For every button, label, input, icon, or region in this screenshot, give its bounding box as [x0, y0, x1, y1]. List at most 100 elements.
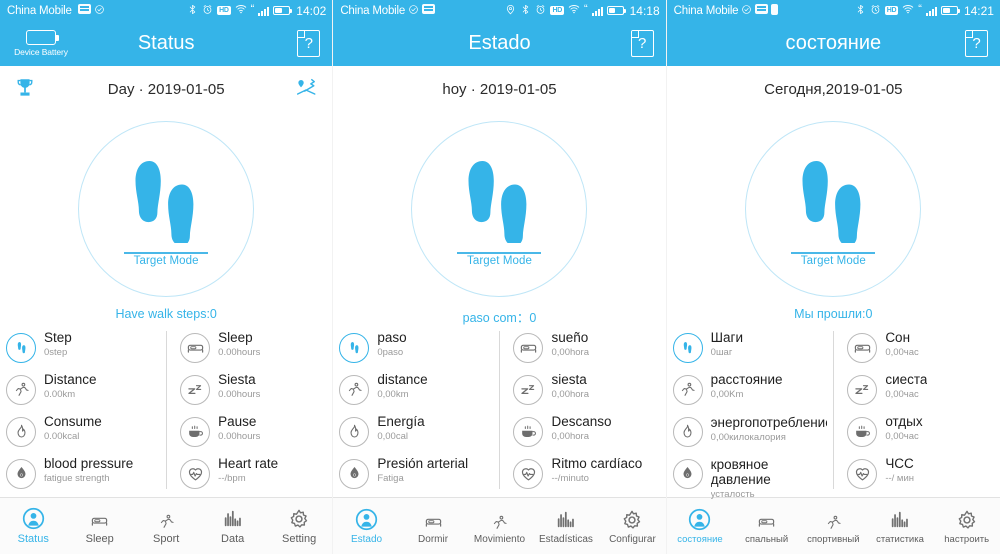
nap-zz-icon — [513, 374, 544, 405]
tab-label: Status — [17, 533, 49, 546]
flame-icon — [672, 416, 703, 447]
wifi-icon — [235, 3, 247, 18]
three-panel-comparison: China Mobile HD “14:02 Device Battery Status… — [0, 0, 1000, 554]
stat-item-right-3[interactable]: Heart rate --/bpm — [180, 455, 326, 497]
stat-text: Ritmo cardíaco --/minuto — [551, 457, 642, 484]
stat-text: Сон 0,00час — [885, 331, 918, 358]
target-divider — [124, 252, 209, 255]
stat-item-left-0[interactable]: Step 0step — [6, 329, 160, 371]
target-mode-circle[interactable]: Target Mode — [745, 121, 922, 298]
stat-item-left-3[interactable]: 0 кровяное давление усталость — [672, 455, 828, 501]
stat-name: энергопотребление — [710, 414, 828, 430]
stat-item-left-1[interactable]: distance 0,00km — [339, 371, 493, 413]
flame-icon — [6, 416, 36, 447]
bar-chart-icon — [222, 506, 244, 530]
stat-item-right-0[interactable]: Sleep 0.00hours — [180, 329, 326, 371]
stat-value: 0,00km — [377, 389, 409, 401]
alarm-icon — [535, 4, 546, 18]
stat-text: Energía 0,00cal — [377, 415, 424, 442]
tab-0[interactable]: состояние — [667, 507, 734, 545]
hd-icon: HD — [217, 6, 231, 16]
tab-2[interactable]: спортивный — [800, 507, 867, 545]
date-label: Day · 2019-01-05 — [107, 81, 225, 99]
check-circle-icon — [94, 4, 105, 18]
stats-column-left: paso 0paso distance 0,00km Energía 0,00cal 0 Pr… — [339, 329, 499, 497]
stat-item-right-0[interactable]: sueño 0,00hora — [513, 329, 659, 371]
stat-item-right-3[interactable]: ЧСС --/ мин — [847, 455, 994, 497]
battery-icon — [606, 6, 626, 16]
help-button[interactable]: ? — [630, 29, 656, 58]
app-header-bar: Device Battery Status? — [0, 21, 333, 66]
stat-value: --/bpm — [218, 473, 246, 485]
stat-value: 0.00km — [44, 389, 76, 401]
tab-2[interactable]: Movimiento — [466, 507, 532, 545]
tab-0[interactable]: Status — [0, 506, 66, 545]
date-label: Сегодня,2019-01-05 — [764, 81, 903, 99]
stat-item-right-2[interactable]: Pause 0.00hours — [180, 413, 326, 455]
tab-4[interactable]: Setting — [266, 506, 332, 545]
stat-value: усталость — [710, 489, 755, 501]
stat-name: Pause — [218, 414, 257, 429]
tab-label: Estado — [350, 533, 383, 545]
stat-item-left-2[interactable]: Consume 0.00kcal — [6, 413, 160, 455]
tab-1[interactable]: спальный — [733, 507, 800, 545]
stat-text: Consume 0.00kcal — [44, 415, 102, 442]
stat-item-right-2[interactable]: Descanso 0,00hora — [513, 413, 659, 455]
stat-value: 0,00hora — [551, 389, 589, 401]
tab-0[interactable]: Estado — [333, 507, 399, 545]
stat-name: кровяное давление — [710, 456, 771, 487]
stat-item-left-1[interactable]: расстояние 0,00Km — [672, 371, 828, 413]
panel-russian: China Mobile HD “ 14:21 состояние? Сегодня,20… — [666, 0, 1000, 554]
trophy-icon[interactable] — [14, 76, 36, 103]
panel-spanish: China Mobile HD “ 14:18 Estado? hoy · 2019-01… — [333, 0, 667, 554]
person-status-icon — [22, 506, 45, 530]
tab-1[interactable]: Dormir — [400, 507, 466, 545]
stat-item-left-3[interactable]: 0 blood pressure fatigue strength — [6, 455, 160, 497]
tab-3[interactable]: Data — [199, 506, 265, 545]
tab-3[interactable]: статистика — [867, 507, 934, 545]
bottom-tab-bar: Estado Dormir Movimiento Estadísticas Config… — [333, 496, 666, 554]
stat-item-right-3[interactable]: Ritmo cardíaco --/minuto — [513, 455, 659, 497]
stat-item-right-2[interactable]: отдых 0,00час — [847, 413, 994, 455]
stat-item-right-1[interactable]: Siesta 0.00hours — [180, 371, 326, 413]
device-battery-indicator[interactable]: Device Battery — [10, 30, 72, 57]
tab-4[interactable]: Configurar — [599, 507, 665, 545]
route-map-icon[interactable] — [295, 76, 318, 104]
blood-drop-icon: 0 — [339, 458, 370, 489]
stat-name: Presión arterial — [377, 456, 469, 471]
stat-item-left-0[interactable]: Шаги 0шаг — [672, 329, 828, 371]
tab-4[interactable]: hастроить — [933, 507, 1000, 545]
stats-column-divider — [499, 330, 501, 489]
stat-item-right-1[interactable]: siesta 0,00hora — [513, 371, 659, 413]
stat-item-left-0[interactable]: paso 0paso — [339, 329, 493, 371]
running-icon — [825, 507, 842, 531]
tab-1[interactable]: Sleep — [66, 506, 132, 545]
tab-2[interactable]: Sport — [133, 506, 199, 545]
stat-item-right-0[interactable]: Сон 0,00час — [847, 329, 994, 371]
coffee-cup-icon — [180, 416, 211, 447]
stats-grid: paso 0paso distance 0,00km Energía 0,00cal 0 Pr… — [333, 327, 665, 497]
target-mode-circle[interactable]: Target Mode — [78, 121, 255, 298]
target-mode-circle[interactable]: Target Mode — [411, 121, 588, 298]
stat-item-left-2[interactable]: энергопотребление 0,00килокалория — [672, 413, 828, 455]
stat-item-right-1[interactable]: сиеста 0,00час — [847, 371, 994, 413]
help-button[interactable]: ? — [297, 29, 322, 58]
svg-text:0: 0 — [353, 473, 356, 479]
route-map-button[interactable] — [295, 76, 318, 104]
bed-icon — [757, 507, 776, 531]
stat-text: Siesta 0.00hours — [218, 373, 260, 400]
stat-name: distance — [377, 372, 428, 387]
tab-3[interactable]: Estadísticas — [533, 507, 599, 545]
date-label: hoy · 2019-01-05 — [442, 81, 557, 99]
footsteps-icon — [6, 332, 36, 363]
help-button[interactable]: ? — [964, 29, 990, 58]
footsteps-icon — [339, 332, 370, 363]
trophy-button[interactable] — [14, 76, 38, 103]
stat-item-left-2[interactable]: Energía 0,00cal — [339, 413, 493, 455]
stat-item-left-3[interactable]: 0 Presión arterial Fatiga — [339, 455, 493, 497]
wifi-icon — [568, 3, 580, 18]
blood-drop-icon: 0 — [6, 458, 36, 489]
stat-value: 0paso — [377, 347, 404, 359]
stat-item-left-1[interactable]: Distance 0.00km — [6, 371, 160, 413]
target-circle-area: Target Mode — [0, 113, 332, 305]
